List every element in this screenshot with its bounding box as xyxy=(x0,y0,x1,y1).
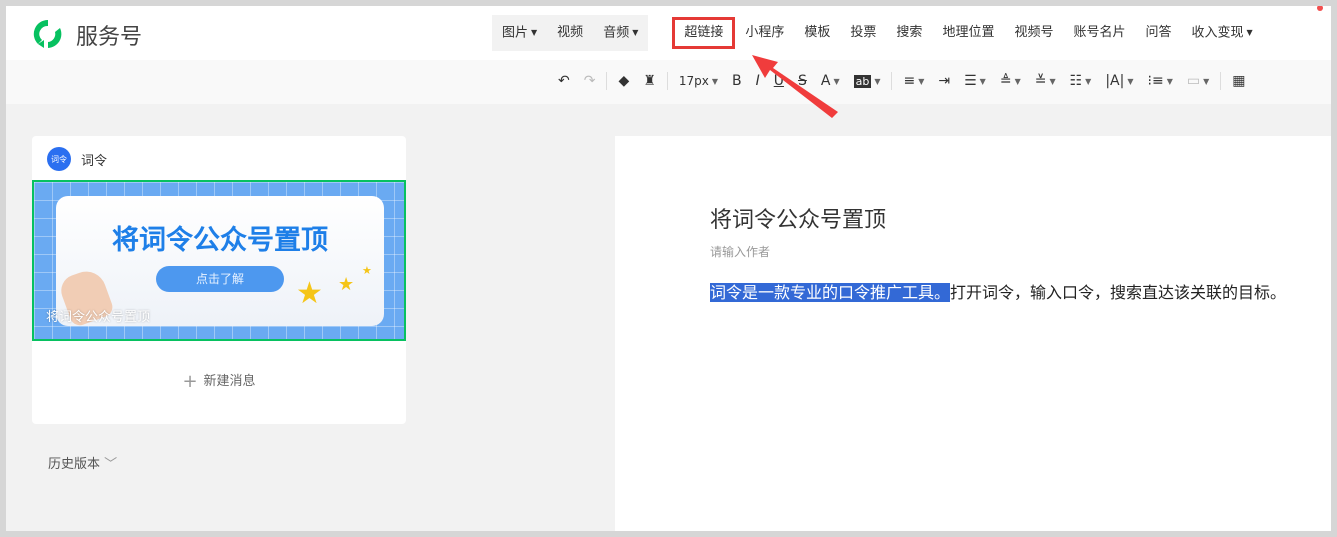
nav-label: 音频 xyxy=(603,25,630,41)
nav-hyperlink[interactable]: 超链接 xyxy=(672,17,736,49)
header: 服务号 图片 ▼ 视频 音频 ▼ 超链接 小程序 模板 投票 搜索 地理位置 视频号… xyxy=(6,6,1331,60)
article-cover[interactable]: 将词令公众号置顶 点击了解 ★ ★ ★ 将词令公众号置顶 xyxy=(32,180,406,341)
font-size-select[interactable]: 17px ▼ xyxy=(679,74,718,88)
article-list-card: 词令 词令 将词令公众号置顶 点击了解 ★ ★ ★ 将词令公众号置顶 + 新建消息 xyxy=(32,136,406,424)
cover-title: 将词令公众号置顶 xyxy=(112,225,328,256)
divider xyxy=(606,72,608,90)
caret-down-icon: ▼ xyxy=(632,28,639,37)
redo-icon[interactable]: ↷ xyxy=(584,73,596,89)
nav-account-card[interactable]: 账号名片 xyxy=(1063,15,1135,51)
caret-down-icon: ▼ xyxy=(711,76,718,86)
account-info: 词令 词令 xyxy=(47,147,107,171)
body-text: 打开词令，输入口令，搜索直达该关联的目标。 xyxy=(950,283,1287,302)
plus-icon: + xyxy=(182,371,198,392)
nav-vote[interactable]: 投票 xyxy=(840,15,886,51)
article-title[interactable]: 将词令公众号置顶 xyxy=(710,202,886,234)
account-name: 词令 xyxy=(81,153,108,169)
cover-button: 点击了解 xyxy=(156,266,284,292)
article-body[interactable]: 词令是一款专业的口令推广工具。打开词令，输入口令，搜索直达该关联的目标。 xyxy=(710,279,1300,307)
format-painter-icon[interactable]: ♜ xyxy=(643,73,656,89)
align-icon[interactable]: ≡ ▼ xyxy=(903,73,924,89)
list-icon[interactable]: ⁝≡ ▼ xyxy=(1148,73,1173,89)
caret-down-icon: ▼ xyxy=(874,76,881,86)
author-input[interactable]: 请输入作者 xyxy=(710,243,770,260)
cover-caption: 将词令公众号置顶 xyxy=(46,310,151,325)
letter-spacing-icon[interactable]: |A| ▼ xyxy=(1105,73,1133,89)
divider xyxy=(1220,72,1222,90)
brand-title: 服务号 xyxy=(76,25,143,50)
spacing-after-icon[interactable]: ≚ ▼ xyxy=(1035,73,1056,89)
star-icon: ★ xyxy=(362,264,372,277)
spacing-before-icon[interactable]: ≜ ▼ xyxy=(1000,73,1021,89)
eraser-icon[interactable]: ◆ xyxy=(618,73,629,89)
history-label: 历史版本 xyxy=(48,457,101,472)
chevron-down-icon: ﹀ xyxy=(104,457,118,472)
nav-audio[interactable]: 音频 ▼ xyxy=(593,15,648,51)
justify-icon[interactable]: ☰ ▼ xyxy=(964,73,986,89)
app-window: 服务号 图片 ▼ 视频 音频 ▼ 超链接 小程序 模板 投票 搜索 地理位置 视频号… xyxy=(6,6,1331,531)
new-message-button[interactable]: + 新建消息 xyxy=(32,370,406,392)
bold-button[interactable]: B xyxy=(732,73,742,89)
nav-template[interactable]: 模板 xyxy=(794,15,840,51)
history-version-toggle[interactable]: 历史版本 ﹀ xyxy=(48,453,117,472)
font-color-label: A xyxy=(820,73,831,89)
nav-miniprogram[interactable]: 小程序 xyxy=(735,15,794,51)
bg-color-button[interactable]: ab ▼ xyxy=(853,74,881,88)
star-icon: ★ xyxy=(338,274,355,295)
divider xyxy=(666,72,668,90)
insert-menu: 图片 ▼ 视频 音频 ▼ 超链接 小程序 模板 投票 搜索 地理位置 视频号 账号名… xyxy=(492,15,1263,51)
font-size-value: 17px xyxy=(678,74,709,88)
strikethrough-button[interactable]: S xyxy=(798,73,807,89)
selected-text: 词令是一款专业的口令推广工具。 xyxy=(710,283,951,302)
logo-icon xyxy=(33,19,62,48)
divider xyxy=(891,72,893,90)
new-message-label: 新建消息 xyxy=(203,374,256,389)
caret-down-icon: ▼ xyxy=(1246,28,1253,37)
undo-icon[interactable]: ↶ xyxy=(558,73,570,89)
table-icon[interactable]: ▦ xyxy=(1232,73,1245,89)
editor-area[interactable]: 将词令公众号置顶 请输入作者 词令是一款专业的口令推广工具。打开词令，输入口令，… xyxy=(615,136,1331,531)
nav-label: 图片 xyxy=(502,25,529,41)
italic-button[interactable]: I xyxy=(756,73,760,89)
nav-label: 收入变现 xyxy=(1191,25,1244,41)
nav-location[interactable]: 地理位置 xyxy=(932,15,1004,51)
indent-icon[interactable]: ⇥ xyxy=(938,73,950,89)
nav-qa[interactable]: 问答 xyxy=(1135,15,1181,51)
bg-color-label: ab xyxy=(853,74,872,88)
caret-down-icon: ▼ xyxy=(833,76,840,86)
font-color-button[interactable]: A ▼ xyxy=(821,73,840,89)
line-height-icon[interactable]: ☷ ▼ xyxy=(1070,73,1092,89)
nav-channels[interactable]: 视频号 xyxy=(1004,15,1063,51)
nav-image[interactable]: 图片 ▼ xyxy=(492,15,547,51)
nav-video[interactable]: 视频 xyxy=(547,15,593,51)
format-toolbar: ↶ ↷ ◆ ♜ 17px ▼ B I U S A ▼ ab ▼ ≡ ▼ ⇥ ☰ ▼ ≜ ▼ … xyxy=(6,60,1331,104)
star-icon: ★ xyxy=(296,276,323,311)
avatar: 词令 xyxy=(47,147,71,171)
caret-down-icon: ▼ xyxy=(531,28,538,37)
nav-label: 视频 xyxy=(557,25,584,40)
underline-button[interactable]: U xyxy=(774,73,784,89)
notification-dot xyxy=(1317,6,1323,11)
border-icon[interactable]: ▭ ▼ xyxy=(1187,73,1209,89)
nav-monetize[interactable]: 收入变现 ▼ xyxy=(1182,15,1263,51)
nav-search[interactable]: 搜索 xyxy=(886,15,932,51)
